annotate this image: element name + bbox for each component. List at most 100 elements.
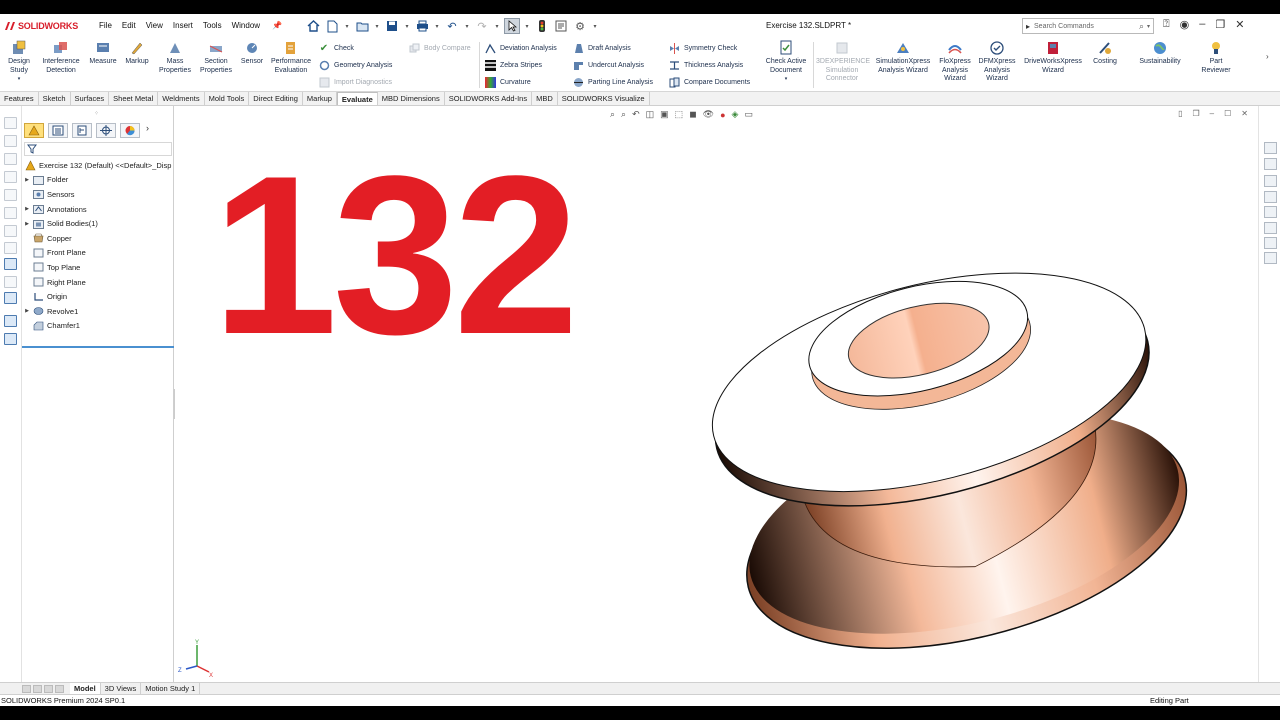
sustainability-button[interactable]: Sustainability bbox=[1132, 40, 1188, 67]
strip-tool-icon[interactable] bbox=[4, 315, 17, 327]
tab-mbd-dimensions[interactable]: MBD Dimensions bbox=[378, 92, 445, 105]
tab-3d-views[interactable]: 3D Views bbox=[101, 683, 142, 694]
tab-model[interactable]: Model bbox=[70, 683, 101, 694]
undo-dropdown-icon[interactable]: ▾ bbox=[463, 18, 471, 34]
redo-icon[interactable]: ↷ bbox=[474, 18, 490, 34]
tree-item-right-plane[interactable]: Right Plane bbox=[22, 275, 174, 290]
print-dropdown-icon[interactable]: ▾ bbox=[433, 18, 441, 34]
strip-tool-icon[interactable] bbox=[4, 225, 17, 237]
solidworks-resources-icon[interactable] bbox=[1264, 142, 1277, 154]
dfmxpress-button[interactable]: DFMXpress Analysis Wizard bbox=[976, 40, 1018, 84]
check-active-document-dropdown-icon[interactable]: ▾ bbox=[785, 75, 788, 84]
design-study-button[interactable]: Design Study ▾ bbox=[4, 40, 34, 84]
search-commands-box[interactable]: ▸ Search Commands ⌕ ▾ bbox=[1022, 18, 1154, 34]
check-active-document-button[interactable]: Check Active Document ▾ bbox=[762, 40, 810, 84]
compare-documents-button[interactable]: Compare Documents bbox=[668, 76, 750, 88]
zoom-to-fit-icon[interactable]: ⌕ bbox=[610, 109, 615, 120]
panel-expand-arrow-icon[interactable]: › bbox=[146, 123, 149, 139]
strip-tool-icon[interactable] bbox=[4, 242, 17, 254]
deviation-analysis-button[interactable]: Deviation Analysis bbox=[484, 42, 557, 54]
tree-item-top-plane[interactable]: Top Plane bbox=[22, 260, 174, 275]
markup-button[interactable]: Markup bbox=[122, 40, 152, 67]
task-scheduler-icon[interactable] bbox=[1264, 252, 1277, 264]
menu-tools[interactable]: Tools bbox=[198, 14, 227, 38]
expand-arrow-icon[interactable]: ▶ bbox=[22, 221, 32, 227]
tree-item-front-plane[interactable]: Front Plane bbox=[22, 246, 174, 261]
tab-mbd[interactable]: MBD bbox=[532, 92, 558, 105]
select-dropdown-icon[interactable]: ▾ bbox=[523, 18, 531, 34]
doc-close-icon[interactable]: ✕ bbox=[1241, 109, 1248, 118]
redo-dropdown-icon[interactable]: ▾ bbox=[493, 18, 501, 34]
strip-tool-icon[interactable] bbox=[4, 207, 17, 219]
last-tab-icon[interactable] bbox=[55, 684, 64, 693]
strip-tool-icon[interactable] bbox=[4, 333, 17, 345]
help-icon[interactable]: ⍰ bbox=[1163, 18, 1170, 31]
simulationxpress-button[interactable]: SimulationXpress Analysis Wizard bbox=[872, 40, 934, 75]
search-dropdown-icon[interactable]: ▾ bbox=[1147, 23, 1150, 30]
mass-properties-button[interactable]: Mass Properties bbox=[155, 40, 195, 75]
geometry-analysis-button[interactable]: Geometry Analysis bbox=[318, 59, 392, 71]
tree-item-revolve1[interactable]: ▶ Revolve1 bbox=[22, 304, 174, 319]
save-icon[interactable] bbox=[384, 18, 400, 34]
tree-root[interactable]: Exercise 132 (Default) <<Default>_Disp bbox=[22, 158, 174, 173]
doc-tile-icon[interactable]: ▯ bbox=[1178, 109, 1182, 118]
tab-direct-editing[interactable]: Direct Editing bbox=[249, 92, 303, 105]
design-library-icon[interactable] bbox=[1264, 158, 1277, 170]
tab-weldments[interactable]: Weldments bbox=[158, 92, 205, 105]
rebuild-traffic-light-icon[interactable] bbox=[534, 18, 550, 34]
tab-solidworks-add-ins[interactable]: SOLIDWORKS Add-Ins bbox=[445, 92, 533, 105]
strip-tool-icon[interactable] bbox=[4, 189, 17, 201]
apply-scene-icon[interactable]: ◈ bbox=[732, 109, 739, 120]
new-document-icon[interactable] bbox=[324, 18, 340, 34]
custom-properties-icon[interactable] bbox=[1264, 222, 1277, 234]
zebra-stripes-button[interactable]: Zebra Stripes bbox=[484, 59, 542, 71]
tab-motion-study-1[interactable]: Motion Study 1 bbox=[141, 683, 201, 694]
tab-features[interactable]: Features bbox=[0, 92, 39, 105]
tree-item-solid-bodies[interactable]: ▶ Solid Bodies(1) bbox=[22, 216, 174, 231]
strip-tool-icon[interactable] bbox=[4, 258, 17, 270]
tree-item-origin[interactable]: Origin bbox=[22, 289, 174, 304]
strip-tool-icon[interactable] bbox=[4, 276, 17, 288]
view-palette-icon[interactable] bbox=[1264, 191, 1277, 203]
section-properties-button[interactable]: Section Properties bbox=[196, 40, 236, 75]
graphics-area[interactable]: ⌕ ⌕ ↶ ◫ ▣ ⬚ ◼ 👁 ● ◈ ▭ ▯ ❐ – ☐ ✕ 132 Y X … bbox=[175, 106, 1258, 686]
expand-arrow-icon[interactable]: ▶ bbox=[22, 206, 32, 212]
doc-minimize-icon[interactable]: – bbox=[1210, 109, 1214, 118]
next-tab-icon[interactable] bbox=[44, 684, 53, 693]
strip-tool-icon[interactable] bbox=[4, 135, 17, 147]
doc-restore-icon[interactable]: ❐ bbox=[1193, 109, 1200, 118]
3dexperience-simulation-connector-button[interactable]: 3DEXPERIENCE Simulation Connector bbox=[815, 40, 870, 84]
menu-insert[interactable]: Insert bbox=[168, 14, 198, 38]
strip-tool-icon[interactable] bbox=[4, 117, 17, 129]
section-view-icon[interactable]: ◫ bbox=[646, 109, 655, 120]
dynamic-annotation-icon[interactable]: ▣ bbox=[660, 109, 669, 120]
file-explorer-icon[interactable] bbox=[1264, 175, 1277, 187]
dimxpert-manager-tab-icon[interactable] bbox=[96, 123, 116, 138]
strip-tool-icon[interactable] bbox=[4, 292, 17, 304]
display-manager-tab-icon[interactable] bbox=[120, 123, 140, 138]
undercut-analysis-button[interactable]: Undercut Analysis bbox=[572, 59, 644, 71]
tab-surfaces[interactable]: Surfaces bbox=[71, 92, 110, 105]
check-button[interactable]: ✔ Check bbox=[318, 42, 354, 54]
rollback-bar[interactable] bbox=[22, 346, 174, 348]
expand-arrow-icon[interactable]: ▶ bbox=[22, 177, 32, 183]
draft-analysis-button[interactable]: Draft Analysis bbox=[572, 42, 631, 54]
home-icon[interactable] bbox=[305, 18, 321, 34]
tab-sheet-metal[interactable]: Sheet Metal bbox=[109, 92, 159, 105]
menu-view[interactable]: View bbox=[141, 14, 168, 38]
driveworksxpress-button[interactable]: DriveWorksXpress Wizard bbox=[1020, 40, 1086, 75]
display-style-icon[interactable]: ◼ bbox=[689, 109, 696, 120]
tab-mold-tools[interactable]: Mold Tools bbox=[205, 92, 250, 105]
expand-arrow-icon[interactable]: ▶ bbox=[22, 308, 32, 314]
prev-tab-icon[interactable] bbox=[33, 684, 42, 693]
first-tab-icon[interactable] bbox=[22, 684, 31, 693]
body-compare-button[interactable]: Body Compare bbox=[408, 42, 471, 54]
menu-window[interactable]: Window bbox=[227, 14, 265, 38]
symmetry-check-button[interactable]: Symmetry Check bbox=[668, 42, 737, 54]
solidworks-forum-icon[interactable] bbox=[1264, 237, 1277, 249]
property-manager-tab-icon[interactable] bbox=[48, 123, 68, 138]
part-reviewer-button[interactable]: Part Reviewer bbox=[1196, 40, 1236, 75]
ribbon-scroll-right-icon[interactable]: › bbox=[1266, 52, 1269, 61]
thickness-analysis-button[interactable]: Thickness Analysis bbox=[668, 59, 743, 71]
previous-view-icon[interactable]: ↶ bbox=[632, 109, 640, 120]
